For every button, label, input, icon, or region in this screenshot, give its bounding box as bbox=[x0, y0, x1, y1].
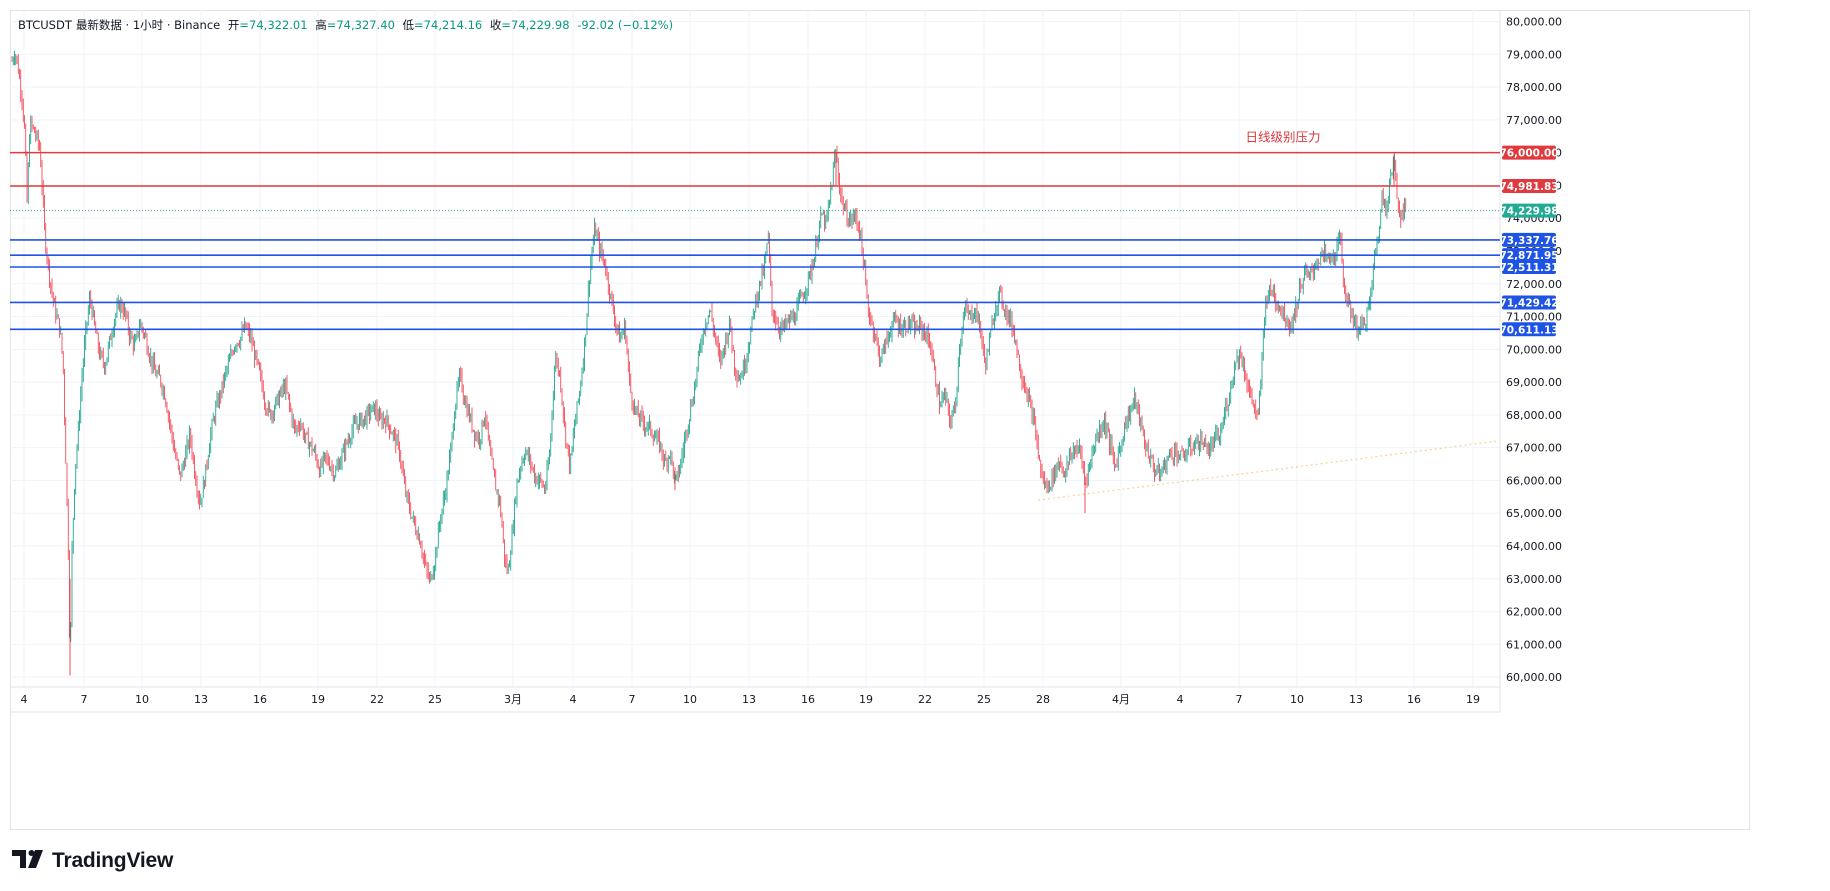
x-tick-label: 19 bbox=[1466, 693, 1480, 706]
source-label: 最新数据 · 1小时 · Binance bbox=[75, 18, 221, 32]
low-value: =74,214.16 bbox=[414, 18, 483, 32]
x-tick-label: 16 bbox=[801, 693, 815, 706]
low-label: 低 bbox=[402, 18, 415, 32]
y-tick-label: 71,000.00 bbox=[1506, 311, 1562, 324]
open-label: 开 bbox=[227, 18, 240, 32]
x-tick-label: 25 bbox=[428, 693, 442, 706]
x-tick-label: 28 bbox=[1036, 693, 1050, 706]
last-price-label-text: 74,229.98 bbox=[1499, 206, 1558, 218]
x-tick-label: 7 bbox=[1236, 693, 1243, 706]
price-label-text: 76,000.00 bbox=[1499, 148, 1558, 160]
x-tick-label: 7 bbox=[629, 693, 636, 706]
y-tick-label: 80,000.00 bbox=[1506, 15, 1562, 28]
x-tick-label: 10 bbox=[683, 693, 697, 706]
y-tick-label: 78,000.00 bbox=[1506, 81, 1562, 94]
y-tick-label: 60,000.00 bbox=[1506, 671, 1562, 684]
y-tick-label: 66,000.00 bbox=[1506, 474, 1562, 487]
x-tick-label: 13 bbox=[1349, 693, 1363, 706]
y-tick-label: 64,000.00 bbox=[1506, 540, 1562, 553]
y-tick-label: 67,000.00 bbox=[1506, 442, 1562, 455]
x-tick-label: 22 bbox=[918, 693, 932, 706]
high-value: =74,327.40 bbox=[326, 18, 395, 32]
ohlc-legend: BTCUSDT 最新数据 · 1小时 · Binance 开=74,322.01 … bbox=[18, 17, 677, 33]
trend-line bbox=[1037, 440, 1498, 501]
price-label-text: 74,981.83 bbox=[1499, 181, 1558, 193]
y-tick-label: 79,000.00 bbox=[1506, 48, 1562, 61]
change-value: -92.02 (−0.12%) bbox=[577, 18, 674, 32]
tradingview-logo-icon bbox=[12, 850, 46, 872]
x-tick-label: 19 bbox=[311, 693, 325, 706]
open-value: =74,322.01 bbox=[239, 18, 308, 32]
x-tick-label: 22 bbox=[370, 693, 384, 706]
tradingview-logo[interactable]: TradingView bbox=[12, 849, 173, 873]
symbol-label: BTCUSDT bbox=[18, 18, 72, 32]
close-value: =74,229.98 bbox=[501, 18, 570, 32]
y-tick-label: 77,000.00 bbox=[1506, 114, 1562, 127]
x-tick-label: 3月 bbox=[504, 693, 522, 706]
close-label: 收 bbox=[489, 18, 502, 32]
x-tick-label: 13 bbox=[742, 693, 756, 706]
resistance-annotation: 日线级别压力 bbox=[1245, 130, 1320, 145]
y-tick-label: 68,000.00 bbox=[1506, 409, 1562, 422]
x-tick-label: 16 bbox=[253, 693, 267, 706]
y-tick-label: 72,000.00 bbox=[1506, 278, 1562, 291]
tradingview-wordmark: TradingView bbox=[52, 849, 174, 872]
x-tick-label: 4月 bbox=[1112, 693, 1130, 706]
x-tick-label: 25 bbox=[977, 693, 991, 706]
y-tick-label: 62,000.00 bbox=[1506, 606, 1562, 619]
y-tick-label: 65,000.00 bbox=[1506, 507, 1562, 520]
x-tick-label: 10 bbox=[1290, 693, 1304, 706]
price-label-text: 72,511.31 bbox=[1499, 262, 1558, 274]
x-tick-label: 4 bbox=[1177, 693, 1184, 706]
x-tick-label: 7 bbox=[81, 693, 88, 706]
price-chart[interactable]: 4 7 10 13 16 19 22 25 3月 4 7 10 13 16 19 22 25 28 4月 4 7 10 13… bbox=[0, 0, 1830, 840]
price-label-text: 71,429.42 bbox=[1499, 297, 1558, 309]
y-tick-label: 61,000.00 bbox=[1506, 638, 1562, 651]
x-tick-label: 16 bbox=[1407, 693, 1421, 706]
price-label-text: 73,337.76 bbox=[1499, 235, 1558, 247]
x-tick-label: 19 bbox=[859, 693, 873, 706]
x-tick-label: 4 bbox=[570, 693, 577, 706]
high-label: 高 bbox=[315, 18, 327, 32]
y-tick-label: 63,000.00 bbox=[1506, 573, 1562, 586]
x-tick-label: 10 bbox=[135, 693, 149, 706]
price-label-text: 70,611.13 bbox=[1499, 324, 1558, 336]
x-tick-label: 4 bbox=[21, 693, 28, 706]
x-tick-label: 13 bbox=[194, 693, 208, 706]
y-tick-label: 69,000.00 bbox=[1506, 376, 1562, 389]
y-tick-label: 70,000.00 bbox=[1506, 343, 1562, 356]
